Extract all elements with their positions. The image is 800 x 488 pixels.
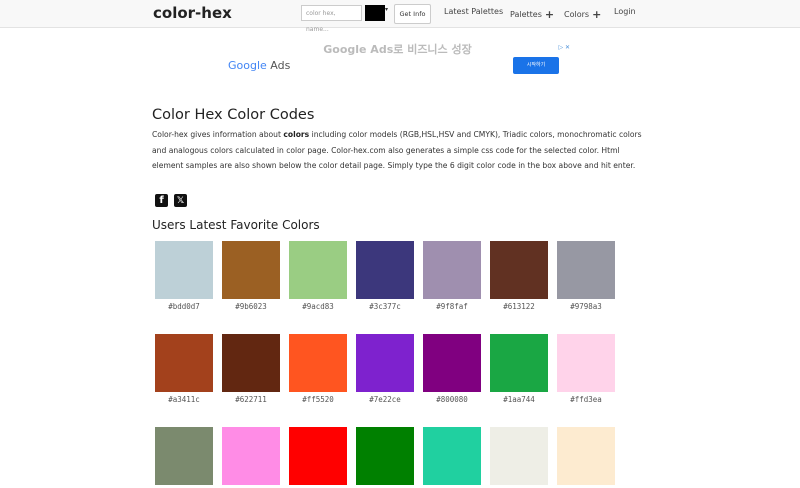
color-card[interactable]: #1aa744	[490, 334, 548, 404]
color-swatch[interactable]	[155, 241, 213, 299]
color-card[interactable]: #3c377c	[356, 241, 414, 311]
color-code-label[interactable]: #a3411c	[155, 395, 213, 404]
color-swatch[interactable]	[222, 241, 280, 299]
color-card[interactable]	[222, 427, 280, 488]
color-card[interactable]	[490, 427, 548, 488]
color-grid: #bdd0d7 #9b6023 #9acd83 #3c377c #9f8faf #6131…	[155, 241, 635, 488]
ads-wordmark: Ads	[270, 59, 291, 72]
color-code-label[interactable]: #9b6023	[222, 302, 280, 311]
ad-choices-icon[interactable]: ▷ ✕	[558, 44, 570, 51]
color-swatch[interactable]	[155, 334, 213, 392]
get-info-button[interactable]: Get Info	[394, 4, 431, 24]
color-swatch[interactable]	[557, 427, 615, 485]
plus-icon: +	[592, 8, 602, 21]
color-code-label[interactable]: #bdd0d7	[155, 302, 213, 311]
color-card[interactable]	[289, 427, 347, 488]
nav-colors-label: Colors	[564, 10, 590, 19]
page-description: Color-hex gives information about colors…	[152, 127, 647, 174]
desc-text: Color-hex gives information about	[152, 130, 284, 139]
color-swatch[interactable]	[356, 427, 414, 485]
google-ads-logo: Google Ads	[228, 59, 290, 72]
color-swatch[interactable]	[557, 334, 615, 392]
nav-palettes-label: Palettes	[510, 10, 542, 19]
x-icon[interactable]: 𝕏	[174, 194, 187, 207]
navbar: color-hex color hex, name... ▾ Get Info …	[0, 0, 800, 33]
color-swatch[interactable]	[490, 427, 548, 485]
ad-headline: Google Ads로 비즈니스 성장	[323, 43, 472, 56]
color-card[interactable]: #800080	[423, 334, 481, 404]
color-code-label[interactable]: #9798a3	[557, 302, 615, 311]
color-code-label[interactable]: #613122	[490, 302, 548, 311]
color-card[interactable]	[155, 427, 213, 488]
ad-cta-button[interactable]: 시작하기	[513, 57, 559, 74]
color-card[interactable]: #a3411c	[155, 334, 213, 404]
ad-banner[interactable]: Google Ads로 비즈니스 성장 Google Ads ▷ ✕ 시작하기	[220, 40, 575, 80]
desc-bold: colors	[283, 130, 310, 139]
color-swatch[interactable]	[155, 427, 213, 485]
color-code-label[interactable]: #800080	[423, 395, 481, 404]
color-code-label[interactable]: #7e22ce	[356, 395, 414, 404]
color-card[interactable]: #9f8faf	[423, 241, 481, 311]
color-card[interactable]: #9acd83	[289, 241, 347, 311]
color-code-label[interactable]: #9f8faf	[423, 302, 481, 311]
color-code-label[interactable]: #ff5520	[289, 395, 347, 404]
color-swatch[interactable]	[289, 241, 347, 299]
color-card[interactable]: #ff5520	[289, 334, 347, 404]
color-swatch[interactable]	[356, 241, 414, 299]
color-swatch[interactable]	[557, 241, 615, 299]
color-code-label[interactable]: #622711	[222, 395, 280, 404]
color-card[interactable]: #622711	[222, 334, 280, 404]
color-card[interactable]: #7e22ce	[356, 334, 414, 404]
color-card[interactable]: #9b6023	[222, 241, 280, 311]
google-wordmark: Google	[228, 59, 267, 72]
color-swatch[interactable]	[222, 427, 280, 485]
color-code-label[interactable]: #3c377c	[356, 302, 414, 311]
search-input[interactable]: color hex, name...	[301, 5, 362, 33]
color-card[interactable]	[423, 427, 481, 488]
color-swatch[interactable]	[356, 334, 414, 392]
color-card[interactable]	[356, 427, 414, 488]
color-code-label[interactable]: #9acd83	[289, 302, 347, 311]
nav-login[interactable]: Login	[614, 7, 636, 16]
favorites-title: Users Latest Favorite Colors	[152, 218, 320, 232]
color-card[interactable]: #ffd3ea	[557, 334, 615, 404]
color-swatch[interactable]	[423, 334, 481, 392]
page-title: Color Hex Color Codes	[152, 107, 315, 123]
color-card[interactable]: #613122	[490, 241, 548, 311]
nav-latest-palettes[interactable]: Latest Palettes	[444, 7, 503, 16]
color-card[interactable]: #bdd0d7	[155, 241, 213, 311]
nav-palettes[interactable]: Palettes +	[510, 7, 555, 21]
color-picker[interactable]	[365, 5, 385, 21]
color-code-label[interactable]: #ffd3ea	[557, 395, 615, 404]
color-swatch[interactable]	[289, 427, 347, 485]
plus-icon: +	[544, 8, 555, 21]
facebook-icon[interactable]: f	[155, 194, 168, 207]
color-swatch[interactable]	[222, 334, 280, 392]
color-swatch[interactable]	[423, 241, 481, 299]
color-card[interactable]: #9798a3	[557, 241, 615, 311]
color-code-label[interactable]: #1aa744	[490, 395, 548, 404]
chevron-down-icon[interactable]: ▾	[385, 5, 391, 21]
color-swatch[interactable]	[490, 241, 548, 299]
color-swatch[interactable]	[289, 334, 347, 392]
brand-logo[interactable]: color-hex	[153, 4, 232, 22]
color-swatch[interactable]	[490, 334, 548, 392]
color-card[interactable]	[557, 427, 615, 488]
color-swatch[interactable]	[423, 427, 481, 485]
nav-colors[interactable]: Colors +	[564, 7, 602, 21]
